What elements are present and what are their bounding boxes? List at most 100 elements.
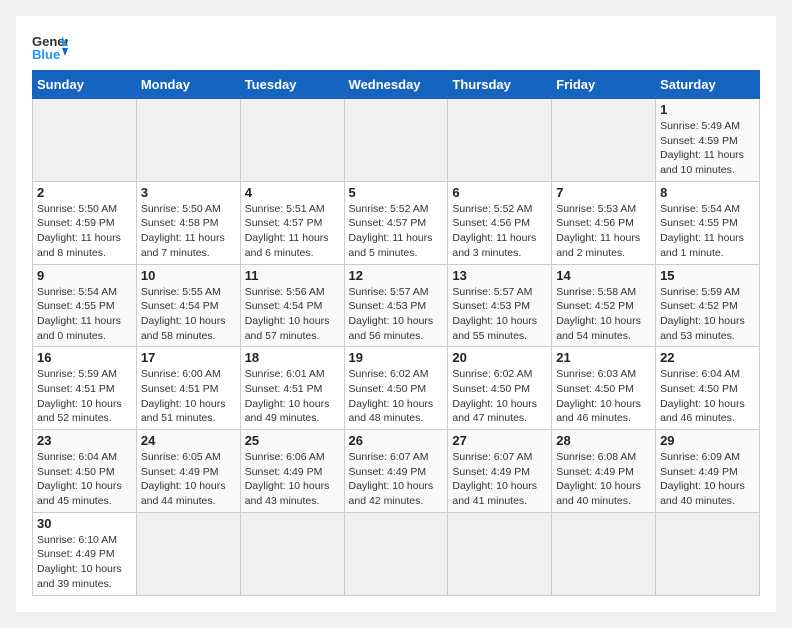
day-cell: 11 Sunrise: 5:56 AM Sunset: 4:54 PM Dayli… [240, 264, 344, 347]
day-number: 19 [349, 350, 444, 365]
header-day-tuesday: Tuesday [240, 71, 344, 99]
day-number: 2 [37, 185, 132, 200]
day-cell: 29 Sunrise: 6:09 AM Sunset: 4:49 PM Dayli… [656, 430, 760, 513]
day-number: 20 [452, 350, 547, 365]
day-cell: 10Sunrise: 5:55 AM Sunset: 4:54 PM Dayli… [136, 264, 240, 347]
day-cell: 14 Sunrise: 5:58 AM Sunset: 4:52 PM Dayli… [552, 264, 656, 347]
day-info: Sunrise: 5:50 AM Sunset: 4:59 PM Dayligh… [37, 202, 132, 261]
day-info: Sunrise: 5:51 AM Sunset: 4:57 PM Dayligh… [245, 202, 340, 261]
day-cell [344, 99, 448, 182]
day-cell: 24 Sunrise: 6:05 AM Sunset: 4:49 PM Dayli… [136, 430, 240, 513]
day-number: 13 [452, 268, 547, 283]
day-number: 1 [660, 102, 755, 117]
day-info: Sunrise: 6:02 AM Sunset: 4:50 PM Dayligh… [349, 367, 444, 426]
day-info: Sunrise: 6:04 AM Sunset: 4:50 PM Dayligh… [37, 450, 132, 509]
day-number: 14 [556, 268, 651, 283]
day-cell: 6 Sunrise: 5:52 AM Sunset: 4:56 PM Daylig… [448, 181, 552, 264]
day-number: 25 [245, 433, 340, 448]
day-info: Sunrise: 5:53 AM Sunset: 4:56 PM Dayligh… [556, 202, 651, 261]
day-info: Sunrise: 5:56 AM Sunset: 4:54 PM Dayligh… [245, 285, 340, 344]
svg-text:Blue: Blue [32, 47, 60, 62]
day-cell: 26 Sunrise: 6:07 AM Sunset: 4:49 PM Dayli… [344, 430, 448, 513]
day-info: Sunrise: 6:02 AM Sunset: 4:50 PM Dayligh… [452, 367, 547, 426]
day-cell [240, 99, 344, 182]
day-cell: 3Sunrise: 5:50 AM Sunset: 4:58 PM Daylig… [136, 181, 240, 264]
day-number: 4 [245, 185, 340, 200]
day-info: Sunrise: 5:52 AM Sunset: 4:56 PM Dayligh… [452, 202, 547, 261]
day-info: Sunrise: 5:52 AM Sunset: 4:57 PM Dayligh… [349, 202, 444, 261]
week-row-6: 30 Sunrise: 6:10 AM Sunset: 4:49 PM Dayli… [33, 512, 760, 595]
week-row-4: 16 Sunrise: 5:59 AM Sunset: 4:51 PM Dayli… [33, 347, 760, 430]
day-info: Sunrise: 6:00 AM Sunset: 4:51 PM Dayligh… [141, 367, 236, 426]
day-cell [552, 99, 656, 182]
day-number: 8 [660, 185, 755, 200]
day-cell [656, 512, 760, 595]
day-cell: 22 Sunrise: 6:04 AM Sunset: 4:50 PM Dayli… [656, 347, 760, 430]
day-info: Sunrise: 5:57 AM Sunset: 4:53 PM Dayligh… [452, 285, 547, 344]
day-number: 21 [556, 350, 651, 365]
day-info: Sunrise: 6:07 AM Sunset: 4:49 PM Dayligh… [452, 450, 547, 509]
day-number: 28 [556, 433, 651, 448]
week-row-2: 2 Sunrise: 5:50 AM Sunset: 4:59 PM Daylig… [33, 181, 760, 264]
day-cell: 25Sunrise: 6:06 AM Sunset: 4:49 PM Dayli… [240, 430, 344, 513]
day-info: Sunrise: 5:50 AM Sunset: 4:58 PM Dayligh… [141, 202, 236, 261]
calendar-body: 1 Sunrise: 5:49 AM Sunset: 4:59 PM Daylig… [33, 99, 760, 596]
day-info: Sunrise: 6:04 AM Sunset: 4:50 PM Dayligh… [660, 367, 755, 426]
day-cell: 8 Sunrise: 5:54 AM Sunset: 4:55 PM Daylig… [656, 181, 760, 264]
day-info: Sunrise: 5:55 AM Sunset: 4:54 PM Dayligh… [141, 285, 236, 344]
day-cell: 19 Sunrise: 6:02 AM Sunset: 4:50 PM Dayli… [344, 347, 448, 430]
day-number: 17 [141, 350, 236, 365]
header: General Blue [32, 32, 760, 62]
day-cell: 12Sunrise: 5:57 AM Sunset: 4:53 PM Dayli… [344, 264, 448, 347]
day-cell: 15 Sunrise: 5:59 AM Sunset: 4:52 PM Dayli… [656, 264, 760, 347]
day-info: Sunrise: 6:03 AM Sunset: 4:50 PM Dayligh… [556, 367, 651, 426]
day-info: Sunrise: 6:08 AM Sunset: 4:49 PM Dayligh… [556, 450, 651, 509]
day-number: 26 [349, 433, 444, 448]
logo: General Blue [32, 32, 72, 62]
calendar-table: SundayMondayTuesdayWednesdayThursdayFrid… [32, 70, 760, 596]
day-number: 16 [37, 350, 132, 365]
day-info: Sunrise: 6:05 AM Sunset: 4:49 PM Dayligh… [141, 450, 236, 509]
day-info: Sunrise: 5:49 AM Sunset: 4:59 PM Dayligh… [660, 119, 755, 178]
day-info: Sunrise: 6:07 AM Sunset: 4:49 PM Dayligh… [349, 450, 444, 509]
day-number: 9 [37, 268, 132, 283]
header-day-thursday: Thursday [448, 71, 552, 99]
day-number: 24 [141, 433, 236, 448]
calendar-page: General Blue SundayMondayTuesdayWednesda… [16, 16, 776, 612]
day-cell: 20 Sunrise: 6:02 AM Sunset: 4:50 PM Dayli… [448, 347, 552, 430]
day-number: 18 [245, 350, 340, 365]
day-info: Sunrise: 5:59 AM Sunset: 4:52 PM Dayligh… [660, 285, 755, 344]
day-number: 6 [452, 185, 547, 200]
day-cell [33, 99, 137, 182]
day-info: Sunrise: 5:54 AM Sunset: 4:55 PM Dayligh… [37, 285, 132, 344]
day-info: Sunrise: 6:10 AM Sunset: 4:49 PM Dayligh… [37, 533, 132, 592]
day-cell: 27Sunrise: 6:07 AM Sunset: 4:49 PM Dayli… [448, 430, 552, 513]
day-cell [552, 512, 656, 595]
day-info: Sunrise: 6:09 AM Sunset: 4:49 PM Dayligh… [660, 450, 755, 509]
day-cell: 4 Sunrise: 5:51 AM Sunset: 4:57 PM Daylig… [240, 181, 344, 264]
day-number: 11 [245, 268, 340, 283]
header-day-saturday: Saturday [656, 71, 760, 99]
day-number: 30 [37, 516, 132, 531]
day-number: 23 [37, 433, 132, 448]
day-cell [240, 512, 344, 595]
logo-icon: General Blue [32, 32, 68, 62]
header-day-friday: Friday [552, 71, 656, 99]
day-number: 29 [660, 433, 755, 448]
day-info: Sunrise: 5:58 AM Sunset: 4:52 PM Dayligh… [556, 285, 651, 344]
day-number: 7 [556, 185, 651, 200]
day-number: 22 [660, 350, 755, 365]
day-info: Sunrise: 5:54 AM Sunset: 4:55 PM Dayligh… [660, 202, 755, 261]
day-cell [448, 99, 552, 182]
week-row-3: 9 Sunrise: 5:54 AM Sunset: 4:55 PM Daylig… [33, 264, 760, 347]
day-cell: 5Sunrise: 5:52 AM Sunset: 4:57 PM Daylig… [344, 181, 448, 264]
day-cell: 18Sunrise: 6:01 AM Sunset: 4:51 PM Dayli… [240, 347, 344, 430]
day-cell: 7 Sunrise: 5:53 AM Sunset: 4:56 PM Daylig… [552, 181, 656, 264]
day-number: 15 [660, 268, 755, 283]
day-number: 12 [349, 268, 444, 283]
calendar-header: SundayMondayTuesdayWednesdayThursdayFrid… [33, 71, 760, 99]
day-cell [136, 99, 240, 182]
day-cell [344, 512, 448, 595]
day-info: Sunrise: 5:59 AM Sunset: 4:51 PM Dayligh… [37, 367, 132, 426]
day-cell: 9 Sunrise: 5:54 AM Sunset: 4:55 PM Daylig… [33, 264, 137, 347]
